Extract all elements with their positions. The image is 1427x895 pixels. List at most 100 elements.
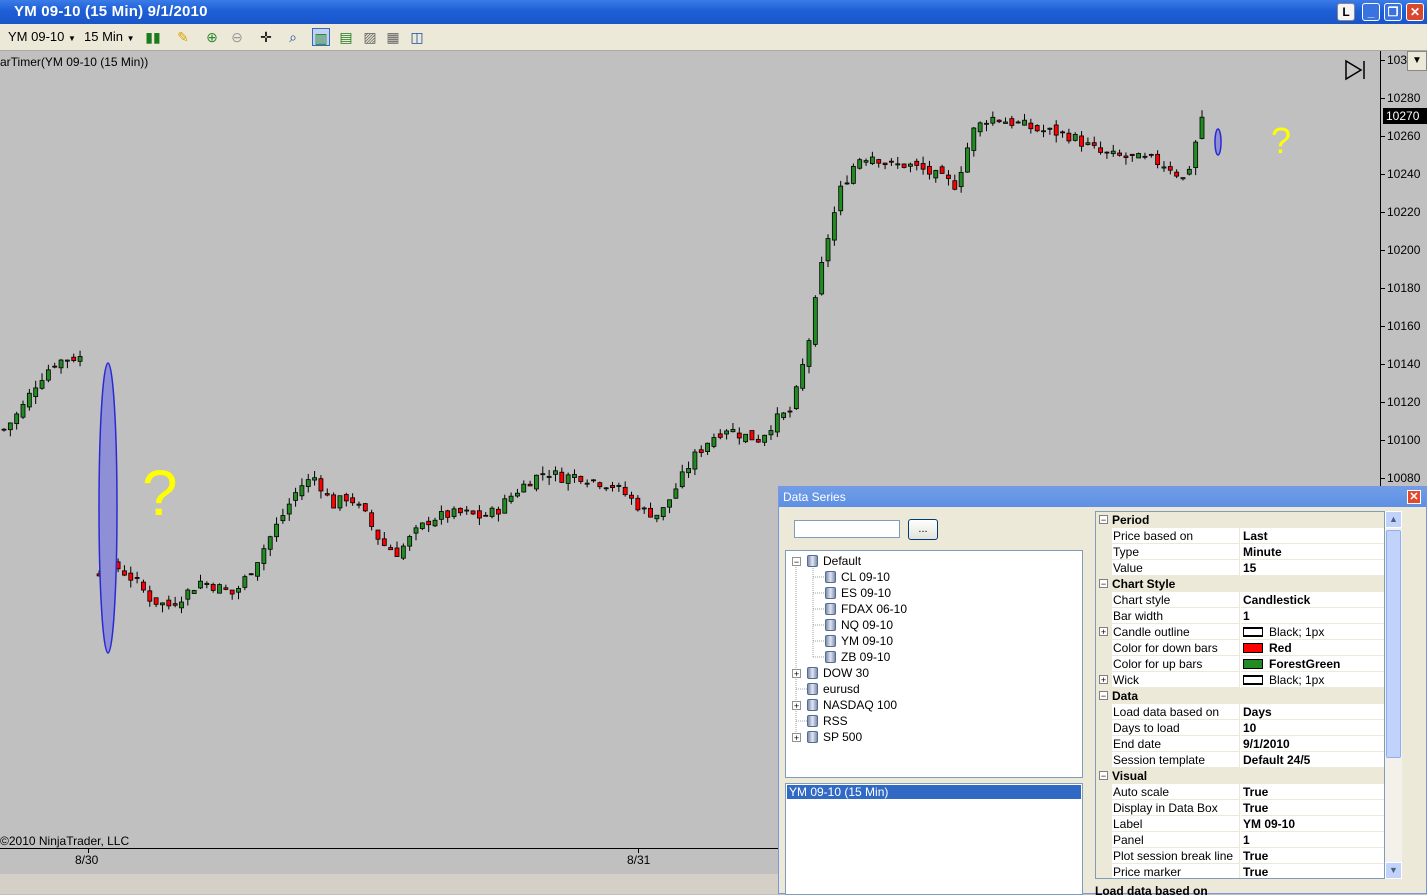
tree-group-default[interactable]: Default — [823, 554, 861, 568]
tree-group-eurusd[interactable]: eurusd — [823, 682, 860, 696]
scroll-up-icon[interactable]: ▲ — [1385, 511, 1402, 528]
property-row[interactable]: Auto scale True — [1096, 784, 1384, 800]
expand-icon[interactable]: + — [792, 733, 801, 743]
collapse-icon[interactable]: − — [792, 557, 801, 567]
collapse-icon[interactable]: − — [1099, 579, 1108, 589]
scroll-down-icon[interactable]: ▼ — [1385, 862, 1402, 879]
color-swatch — [1243, 659, 1263, 669]
browse-button[interactable]: ... — [908, 519, 938, 540]
tree-group-dow30[interactable]: DOW 30 — [823, 666, 869, 680]
property-category[interactable]: − Visual — [1096, 768, 1384, 784]
property-category[interactable]: − Chart Style — [1096, 576, 1384, 592]
property-value[interactable]: True — [1241, 784, 1384, 800]
property-value[interactable]: 1 — [1241, 608, 1384, 624]
restore-button[interactable]: ❐ — [1384, 3, 1402, 21]
property-row[interactable]: Color for up bars ForestGreen — [1096, 656, 1384, 672]
collapse-icon[interactable]: − — [1099, 515, 1108, 525]
instrument-tree[interactable]: − Default CL 09-10 ES 09-10 FDAX 06-10 N… — [785, 550, 1083, 778]
tree-item-cl[interactable]: CL 09-10 — [841, 570, 890, 584]
property-row[interactable]: End date 9/1/2010 — [1096, 736, 1384, 752]
property-value[interactable]: Red — [1241, 640, 1384, 656]
property-name: Bar width — [1112, 608, 1240, 624]
category-label: Data — [1112, 689, 1139, 703]
instrument-search-input[interactable] — [794, 520, 900, 538]
tree-item-fdax[interactable]: FDAX 06-10 — [841, 602, 907, 616]
property-value[interactable]: Days — [1241, 704, 1384, 720]
property-name: Auto scale — [1112, 784, 1240, 800]
property-value[interactable]: Minute — [1241, 544, 1384, 560]
expand-icon[interactable]: + — [1099, 675, 1108, 685]
tree-group-nasdaq100[interactable]: NASDAQ 100 — [823, 698, 897, 712]
property-name: Load data based on — [1112, 704, 1240, 720]
property-value[interactable]: True — [1241, 800, 1384, 816]
property-value[interactable]: Default 24/5 — [1241, 752, 1384, 768]
property-value[interactable]: True — [1241, 848, 1384, 864]
y-tick-label: 10100 — [1380, 433, 1421, 447]
property-row[interactable]: Type Minute — [1096, 544, 1384, 560]
property-row[interactable]: Value 15 — [1096, 560, 1384, 576]
selected-series-item[interactable]: YM 09-10 (15 Min) — [787, 785, 1081, 799]
property-row[interactable]: Chart style Candlestick — [1096, 592, 1384, 608]
dialog-close-button[interactable]: ✕ — [1407, 490, 1421, 504]
property-grid[interactable]: − Period Price based on Last Type Minute Value… — [1095, 511, 1385, 879]
gutter: − — [1096, 512, 1112, 528]
property-row[interactable]: Color for down bars Red — [1096, 640, 1384, 656]
property-category[interactable]: − Period — [1096, 512, 1384, 528]
gutter — [1096, 784, 1112, 800]
property-row[interactable]: Panel 1 — [1096, 832, 1384, 848]
chevron-down-icon[interactable]: ▼ — [1407, 51, 1427, 71]
expand-icon[interactable]: + — [1099, 627, 1108, 637]
property-value[interactable]: Last — [1241, 528, 1384, 544]
database-icon — [807, 699, 818, 711]
property-row[interactable]: Price based on Last — [1096, 528, 1384, 544]
property-value-text: Black; 1px — [1269, 673, 1325, 687]
property-value[interactable]: True — [1241, 864, 1384, 878]
property-category[interactable]: − Data — [1096, 688, 1384, 704]
property-value-text: 15 — [1243, 561, 1257, 575]
property-row[interactable]: Label YM 09-10 — [1096, 816, 1384, 832]
property-scrollbar[interactable]: ▲ ▼ — [1385, 511, 1402, 879]
property-value[interactable]: Black; 1px — [1241, 624, 1384, 640]
property-value[interactable]: 10 — [1241, 720, 1384, 736]
property-row[interactable]: Session template Default 24/5 — [1096, 752, 1384, 768]
tree-item-nq[interactable]: NQ 09-10 — [841, 618, 893, 632]
tree-item-zb[interactable]: ZB 09-10 — [841, 650, 890, 664]
expand-icon[interactable]: + — [792, 701, 801, 711]
property-value-text: Default 24/5 — [1243, 753, 1311, 767]
property-row[interactable]: Plot session break line True — [1096, 848, 1384, 864]
tree-group-sp500[interactable]: SP 500 — [823, 730, 862, 744]
tree-group-rss[interactable]: RSS — [823, 714, 848, 728]
horizontal-scrollbar[interactable] — [0, 874, 780, 894]
property-row[interactable]: Display in Data Box True — [1096, 800, 1384, 816]
property-name: Color for up bars — [1112, 656, 1240, 672]
property-name: Display in Data Box — [1112, 800, 1240, 816]
tree-item-es[interactable]: ES 09-10 — [841, 586, 891, 600]
property-row[interactable]: + Candle outline Black; 1px — [1096, 624, 1384, 640]
property-value[interactable]: 9/1/2010 — [1241, 736, 1384, 752]
gutter — [1096, 656, 1112, 672]
database-icon — [807, 715, 818, 727]
tree-item-ym[interactable]: YM 09-10 — [841, 634, 893, 648]
property-row[interactable]: + Wick Black; 1px — [1096, 672, 1384, 688]
collapse-icon[interactable]: − — [1099, 691, 1108, 701]
close-button[interactable]: ✕ — [1406, 3, 1424, 21]
selected-series-list[interactable]: YM 09-10 (15 Min) — [785, 783, 1083, 895]
scroll-thumb[interactable] — [1386, 530, 1401, 758]
expand-icon[interactable]: + — [792, 669, 801, 679]
property-row[interactable]: Days to load 10 — [1096, 720, 1384, 736]
property-value[interactable]: 15 — [1241, 560, 1384, 576]
annotation-ellipse — [1214, 128, 1222, 156]
property-value[interactable]: ForestGreen — [1241, 656, 1384, 672]
dialog-title-bar[interactable]: Data Series ✕ — [779, 487, 1426, 507]
property-row[interactable]: Bar width 1 — [1096, 608, 1384, 624]
property-value[interactable]: Candlestick — [1241, 592, 1384, 608]
property-value[interactable]: Black; 1px — [1241, 672, 1384, 688]
property-value[interactable]: YM 09-10 — [1241, 816, 1384, 832]
property-value-text: True — [1243, 849, 1269, 863]
property-row[interactable]: Load data based on Days — [1096, 704, 1384, 720]
y-tick-label: 10220 — [1380, 205, 1421, 219]
property-row[interactable]: Price marker True — [1096, 864, 1384, 878]
property-value[interactable]: 1 — [1241, 832, 1384, 848]
collapse-icon[interactable]: − — [1099, 771, 1108, 781]
gutter — [1096, 720, 1112, 736]
